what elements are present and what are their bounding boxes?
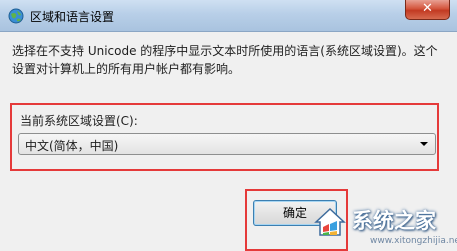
system-locale-dropdown[interactable]: 中文(简体，中国) [18, 133, 436, 155]
globe-icon [8, 8, 24, 24]
chevron-down-icon [420, 142, 428, 146]
locale-label: 当前系统区域设置(C): [20, 114, 138, 128]
description-text: 选择在不支持 Unicode 的程序中显示文本时所使用的语言(系统区域设置)。这… [12, 44, 438, 76]
watermark-text: 系统之家 [352, 209, 436, 233]
watermark-url: www.xitongzhijia.net [370, 236, 457, 246]
window-title: 区域和语言设置 [30, 10, 115, 24]
house-logo-icon [314, 207, 346, 236]
selected-locale: 中文(简体，中国) [25, 139, 119, 153]
watermark: 系统之家 www.xitongzhijia.net [300, 196, 457, 251]
close-button[interactable]: ✕ [405, 0, 450, 20]
close-icon: ✕ [422, 1, 433, 16]
title-bar[interactable]: 区域和语言设置 ✕ [0, 0, 457, 32]
